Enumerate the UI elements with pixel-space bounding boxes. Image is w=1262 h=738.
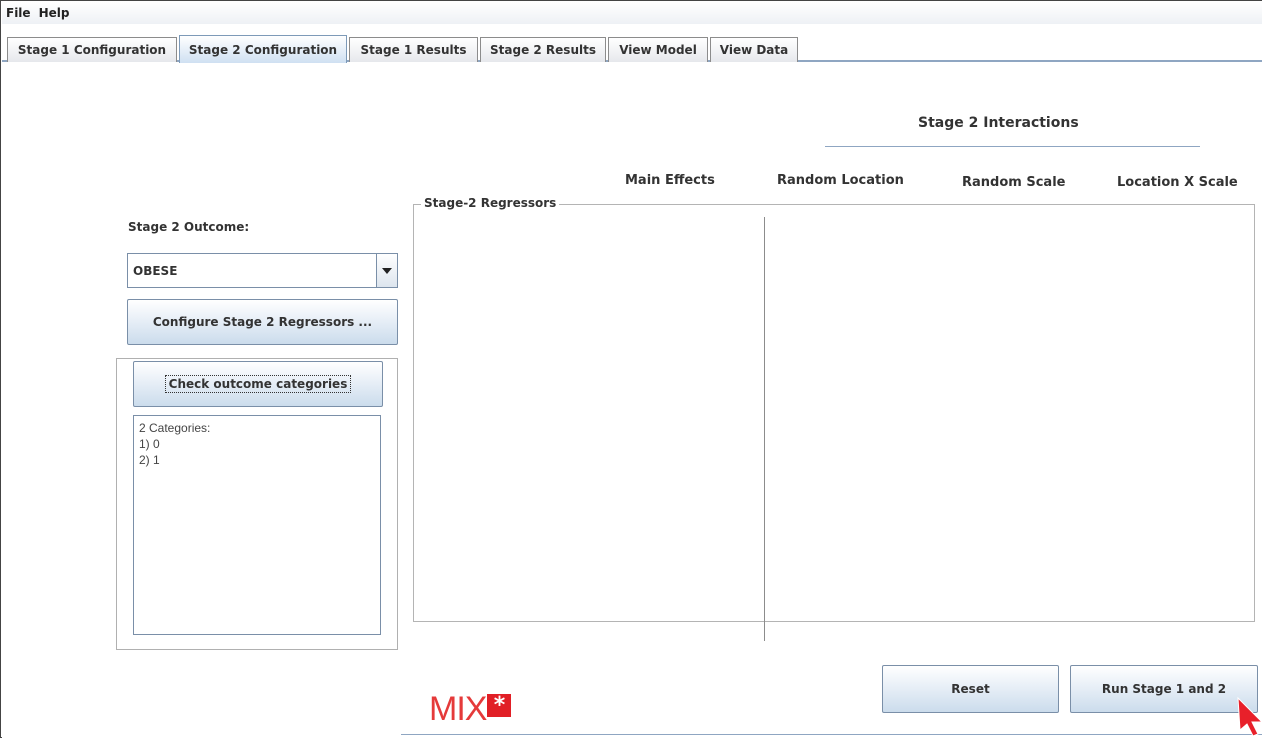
run-stage-1-and-2-button[interactable]: Run Stage 1 and 2	[1070, 665, 1258, 713]
outcome-label: Stage 2 Outcome:	[128, 220, 250, 234]
stage2-configuration-panel: Stage 2 Interactions Main Effects Random…	[2, 63, 1262, 738]
menu-file[interactable]: File	[6, 4, 31, 22]
configure-regressors-button[interactable]: Configure Stage 2 Regressors ...	[127, 299, 398, 345]
logo-text: MIX	[429, 690, 487, 728]
menu-bar: File Help	[2, 2, 1262, 24]
interactions-divider	[825, 146, 1200, 147]
categories-line: 1) 0	[139, 437, 160, 451]
categories-line: 2) 1	[139, 453, 160, 467]
reset-button[interactable]: Reset	[882, 665, 1059, 713]
regressors-group-title: Stage-2 Regressors	[421, 196, 560, 210]
tab-stage2-results[interactable]: Stage 2 Results	[480, 37, 606, 62]
column-location-x-scale: Location X Scale	[1117, 175, 1238, 190]
mixwild-logo: MIX *	[429, 690, 512, 728]
categories-text-area[interactable]: 2 Categories: 1) 0 2) 1	[133, 415, 381, 635]
tab-stage2-configuration[interactable]: Stage 2 Configuration	[179, 35, 347, 63]
regressors-divider	[764, 217, 765, 641]
column-main-effects: Main Effects	[625, 173, 715, 188]
tab-view-data[interactable]: View Data	[710, 37, 798, 62]
outcome-selected-value: OBESE	[133, 263, 178, 278]
regressors-group	[413, 204, 1255, 622]
outcome-select[interactable]: OBESE	[127, 253, 398, 288]
check-categories-button[interactable]: Check outcome categories	[133, 361, 383, 407]
mouse-cursor-icon	[1237, 696, 1262, 736]
interactions-title: Stage 2 Interactions	[918, 115, 1079, 131]
column-random-scale: Random Scale	[962, 175, 1066, 190]
bottom-divider	[401, 734, 1262, 735]
check-categories-label: Check outcome categories	[164, 375, 352, 393]
app-window: File Help Stage 1 Configuration Stage 2 …	[0, 0, 1262, 738]
outcome-dropdown-button[interactable]	[376, 254, 397, 287]
menu-help[interactable]: Help	[39, 4, 70, 22]
tab-stage1-configuration[interactable]: Stage 1 Configuration	[7, 37, 177, 62]
chevron-down-icon	[382, 267, 392, 274]
logo-star-icon: *	[487, 694, 512, 718]
tab-view-model[interactable]: View Model	[608, 37, 708, 62]
categories-line: 2 Categories:	[139, 421, 211, 435]
tab-stage1-results[interactable]: Stage 1 Results	[349, 37, 478, 62]
column-random-location: Random Location	[777, 173, 904, 188]
tab-bar: Stage 1 Configuration Stage 2 Configurat…	[2, 35, 1262, 63]
